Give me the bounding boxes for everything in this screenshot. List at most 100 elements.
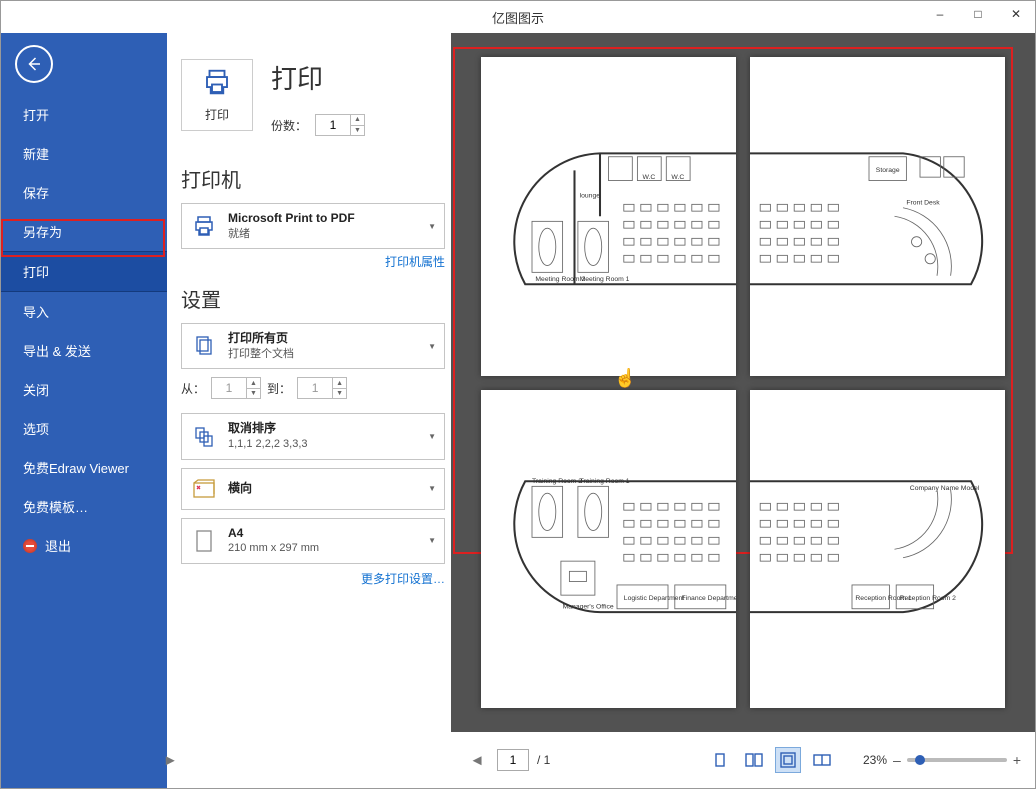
sidebar-item-export[interactable]: 导出 & 发送 [1, 331, 167, 370]
exit-icon [23, 539, 37, 553]
sidebar-item-label: 免费模板… [23, 497, 88, 516]
sidebar-item-print[interactable]: 打印 [1, 251, 167, 292]
svg-text:Meeting Room 1: Meeting Room 1 [580, 276, 630, 283]
svg-text:W.C: W.C [643, 174, 656, 181]
from-input[interactable] [212, 378, 246, 398]
print-button[interactable]: 打印 [181, 59, 253, 131]
sidebar-item-label: 打开 [23, 105, 49, 124]
paper-size-dropdown[interactable]: A4 210 mm x 297 mm ▼ [181, 518, 445, 564]
preview-page: Company Name Model Reception Room 1 Rece… [750, 390, 1005, 709]
printer-name: Microsoft Print to PDF [228, 210, 418, 227]
printer-status: 就绪 [228, 227, 418, 242]
sidebar-item-saveas[interactable]: 另存为 [1, 212, 167, 251]
svg-text:Logistic Department: Logistic Department [624, 595, 685, 602]
minimize-button[interactable]: – [921, 1, 959, 27]
svg-text:Finance Department: Finance Department [682, 595, 736, 602]
collate-sub: 1,1,1 2,2,2 3,3,3 [228, 437, 418, 452]
svg-text:W.C: W.C [671, 174, 684, 181]
svg-text:lounge: lounge [580, 193, 601, 200]
spinner-down-icon[interactable]: ▼ [333, 389, 346, 399]
sidebar-item-close[interactable]: 关闭 [1, 370, 167, 409]
sidebar-item-label: 另存为 [23, 222, 62, 241]
spinner-up-icon[interactable]: ▲ [333, 378, 346, 389]
chevron-down-icon: ▼ [428, 484, 436, 493]
copies-input[interactable] [316, 115, 350, 135]
orientation-title: 横向 [228, 480, 418, 497]
preview-page: Training Room 2 Training Room 1 Manager'… [481, 390, 736, 709]
page-number-input[interactable] [497, 749, 529, 771]
page-range-sub: 打印整个文档 [228, 347, 418, 362]
svg-text:Storage: Storage [876, 167, 900, 174]
orientation-dropdown[interactable]: 横向 ▼ [181, 468, 445, 510]
preview-body[interactable]: ☝ Meeting Room 2 Meeting Room 1 W.CW.C l… [451, 33, 1035, 732]
sidebar-item-exit[interactable]: 退出 [1, 526, 167, 565]
page-total: / 1 [537, 753, 550, 767]
back-arrow-icon [25, 55, 43, 73]
zoom-out-button[interactable]: – [893, 752, 901, 768]
svg-text:Meeting Room 2: Meeting Room 2 [535, 276, 585, 283]
printer-section-title: 打印机 [181, 164, 445, 193]
view-fit-page-button[interactable] [775, 747, 801, 773]
sidebar-item-save[interactable]: 保存 [1, 173, 167, 212]
to-label: 到： [267, 380, 291, 397]
back-button[interactable] [15, 45, 53, 83]
svg-text:Front Desk: Front Desk [906, 199, 940, 206]
zoom-slider[interactable] [907, 758, 1007, 762]
printer-dropdown[interactable]: Microsoft Print to PDF 就绪 ▼ [181, 203, 445, 249]
window-controls: – □ ✕ [921, 1, 1035, 27]
pages-icon [190, 332, 218, 360]
svg-text:Manager's Office: Manager's Office [563, 603, 614, 610]
view-single-page-button[interactable] [707, 747, 733, 773]
print-heading: 打印 [271, 59, 365, 96]
printer-icon [200, 67, 234, 102]
sidebar-item-import[interactable]: 导入 [1, 292, 167, 331]
paper-title: A4 [228, 525, 418, 542]
page-range-title: 打印所有页 [228, 330, 418, 347]
spinner-up-icon[interactable]: ▲ [351, 115, 364, 126]
from-spinner[interactable]: ▲▼ [211, 377, 261, 399]
collate-dropdown[interactable]: 取消排序 1,1,1 2,2,2 3,3,3 ▼ [181, 413, 445, 459]
spinner-down-icon[interactable]: ▼ [247, 389, 260, 399]
spinner-down-icon[interactable]: ▼ [351, 126, 364, 136]
sidebar-item-label: 退出 [45, 536, 71, 555]
chevron-down-icon: ▼ [428, 536, 436, 545]
spinner-up-icon[interactable]: ▲ [247, 378, 260, 389]
collate-icon [190, 422, 218, 450]
print-preview-pane: ☝ Meeting Room 2 Meeting Room 1 W.CW.C l… [451, 33, 1035, 788]
maximize-button[interactable]: □ [959, 1, 997, 27]
close-button[interactable]: ✕ [997, 1, 1035, 27]
sidebar-item-options[interactable]: 选项 [1, 409, 167, 448]
to-input[interactable] [298, 378, 332, 398]
prev-page-button[interactable]: ◄ [465, 748, 489, 772]
sidebar-item-label: 保存 [23, 183, 49, 202]
svg-text:Training Room 2: Training Room 2 [532, 477, 582, 484]
svg-text:Training Room 1: Training Room 1 [580, 477, 630, 484]
page-range-dropdown[interactable]: 打印所有页 打印整个文档 ▼ [181, 323, 445, 369]
app-title: 亿图图示 [1, 8, 1035, 27]
paper-sub: 210 mm x 297 mm [228, 541, 418, 556]
titlebar: 亿图图示 – □ ✕ [1, 1, 1035, 33]
copies-spinner[interactable]: ▲▼ [315, 114, 365, 136]
to-spinner[interactable]: ▲▼ [297, 377, 347, 399]
backstage-sidebar: 打开 新建 保存 另存为 打印 导入 导出 & 发送 关闭 选项 免费Edraw… [1, 33, 167, 788]
view-fit-width-button[interactable] [809, 747, 835, 773]
more-print-settings-link[interactable]: 更多打印设置… [181, 570, 445, 587]
sidebar-item-label: 免费Edraw Viewer [23, 458, 129, 477]
sidebar-item-templates[interactable]: 免费模板… [1, 487, 167, 526]
chevron-down-icon: ▼ [428, 342, 436, 351]
printer-properties-link[interactable]: 打印机属性 [181, 253, 445, 270]
chevron-down-icon: ▼ [428, 222, 436, 231]
sidebar-item-label: 关闭 [23, 380, 49, 399]
print-button-label: 打印 [205, 106, 229, 123]
sidebar-item-viewer[interactable]: 免费Edraw Viewer [1, 448, 167, 487]
next-page-button[interactable]: ► [158, 748, 182, 772]
settings-section-title: 设置 [181, 284, 445, 313]
preview-page: Meeting Room 2 Meeting Room 1 W.C W.C lou… [481, 57, 736, 376]
preview-page: Storage Front Desk [750, 57, 1005, 376]
sidebar-item-new[interactable]: 新建 [1, 134, 167, 173]
zoom-in-button[interactable]: + [1013, 752, 1021, 768]
collate-title: 取消排序 [228, 420, 418, 437]
sidebar-item-open[interactable]: 打开 [1, 95, 167, 134]
view-two-page-button[interactable] [741, 747, 767, 773]
sidebar-item-label: 导出 & 发送 [23, 341, 91, 360]
